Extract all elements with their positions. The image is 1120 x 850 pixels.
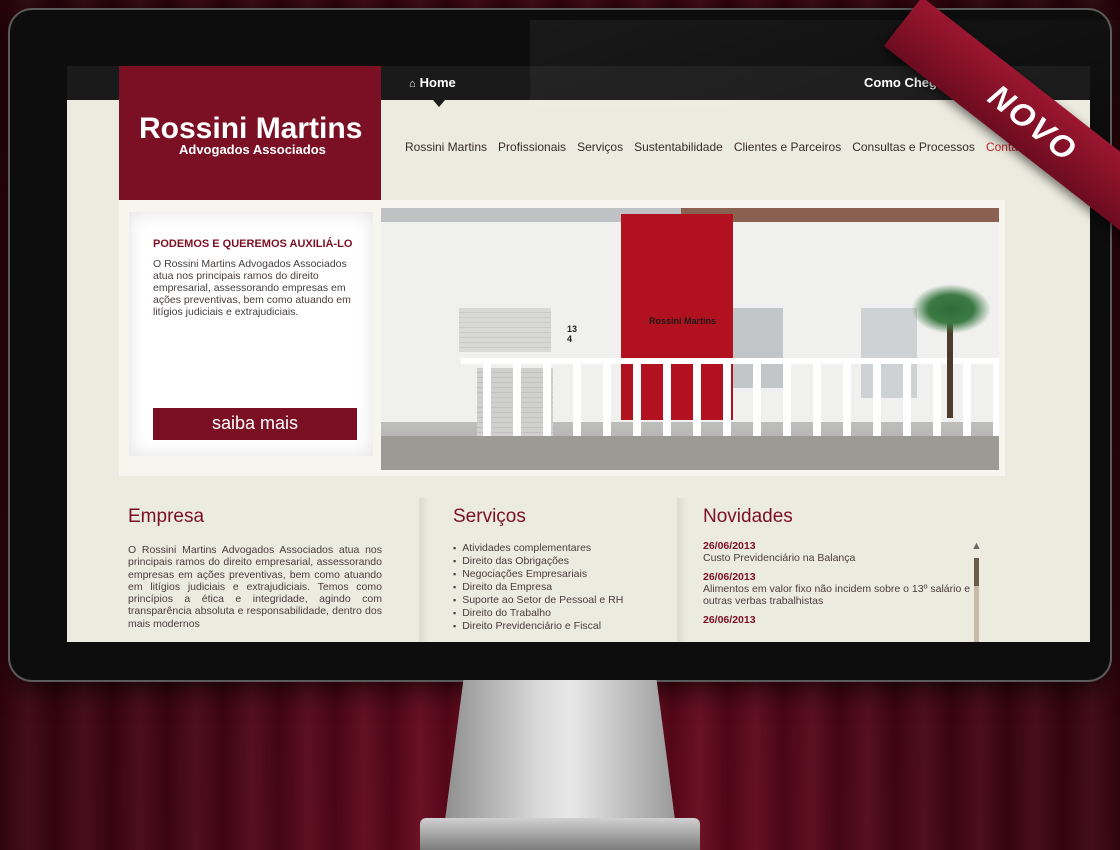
servicos-list: Atividades complementares Direito das Ob…: [453, 542, 673, 633]
servicos-item[interactable]: Direito Previdenciário e Fiscal: [453, 620, 673, 633]
photo-ground: [381, 436, 999, 470]
column-divider: [677, 498, 687, 642]
servicos-title: Serviços: [453, 506, 526, 527]
nav-item-servicos[interactable]: Serviços: [577, 140, 623, 154]
news-text: Custo Previdenciário na Balança: [703, 552, 856, 564]
photo-number: 134: [567, 324, 578, 344]
nav-item-sustentabilidade[interactable]: Sustentabilidade: [634, 140, 723, 154]
home-label: Home: [419, 75, 456, 90]
website-screen: Rossini Martins Advogados Associados ⌂ Ho…: [67, 66, 1090, 642]
novidades-title: Novidades: [703, 506, 793, 527]
news-item[interactable]: 26/06/2013: [703, 614, 971, 626]
saiba-mais-button[interactable]: saiba mais: [153, 408, 357, 440]
nav-item-consultas-processos[interactable]: Consultas e Processos: [852, 140, 975, 154]
building-photo: Rossini Martins 134: [381, 208, 999, 470]
photo-palm-leaves: [911, 284, 991, 334]
logo-name: Rossini Martins: [139, 112, 363, 145]
home-icon: ⌂: [409, 78, 416, 90]
monitor-stand-base: [420, 818, 700, 850]
news-scrollbar-thumb[interactable]: [974, 558, 979, 586]
scroll-up-icon[interactable]: ▲: [971, 540, 982, 552]
logo-subtitle: Advogados Associados: [179, 142, 326, 157]
home-link[interactable]: ⌂ Home: [409, 75, 456, 90]
empresa-title: Empresa: [128, 506, 205, 527]
servicos-item[interactable]: Suporte ao Setor de Pessoal e RH: [453, 594, 673, 607]
news-date: 26/06/2013: [703, 613, 756, 626]
servicos-item[interactable]: Direito da Empresa: [453, 581, 673, 594]
hero-text-box: PODEMOS E QUEREMOS AUXILIÁ-LO O Rossini …: [129, 212, 373, 456]
nav-item-clientes-parceiros[interactable]: Clientes e Parceiros: [734, 140, 841, 154]
main-nav: Rossini Martins Profissionais Serviços S…: [405, 140, 1028, 154]
nav-item-rossini-martins[interactable]: Rossini Martins: [405, 140, 487, 154]
hero-body: O Rossini Martins Advogados Associados a…: [153, 258, 351, 318]
hero-title: PODEMOS E QUEREMOS AUXILIÁ-LO: [153, 238, 353, 250]
monitor-stand: [445, 680, 675, 820]
nav-item-contato[interactable]: Contato: [986, 140, 1028, 154]
novidades-list: 26/06/2013 Custo Previdenciário na Balan…: [703, 540, 971, 632]
servicos-item[interactable]: Negociações Empresariais: [453, 568, 673, 581]
news-date: 26/06/2013: [703, 570, 756, 583]
column-divider: [419, 498, 429, 642]
nav-item-profissionais[interactable]: Profissionais: [498, 140, 566, 154]
news-item[interactable]: 26/06/2013 Custo Previdenciário na Balan…: [703, 540, 971, 565]
como-chegar-link[interactable]: Como Chegar: [864, 75, 949, 90]
photo-fence-rail: [461, 358, 999, 364]
servicos-item[interactable]: Atividades complementares: [453, 542, 673, 555]
news-item[interactable]: 26/06/2013 Alimentos em valor fixo não i…: [703, 571, 971, 608]
hero-banner: PODEMOS E QUEREMOS AUXILIÁ-LO O Rossini …: [119, 200, 1005, 476]
home-pointer-arrow: [433, 100, 445, 107]
logo[interactable]: Rossini Martins Advogados Associados: [119, 66, 381, 200]
empresa-body: O Rossini Martins Advogados Associados a…: [128, 544, 382, 630]
news-text: Alimentos em valor fixo não incidem sobr…: [703, 582, 971, 608]
servicos-item[interactable]: Direito das Obrigações: [453, 555, 673, 568]
servicos-item[interactable]: Direito do Trabalho: [453, 607, 673, 620]
photo-garage-door: [459, 308, 551, 352]
news-date: 26/06/2013: [703, 540, 756, 552]
monitor-frame: Rossini Martins Advogados Associados ⌂ Ho…: [10, 10, 1120, 680]
photo-sign: Rossini Martins: [649, 316, 717, 326]
